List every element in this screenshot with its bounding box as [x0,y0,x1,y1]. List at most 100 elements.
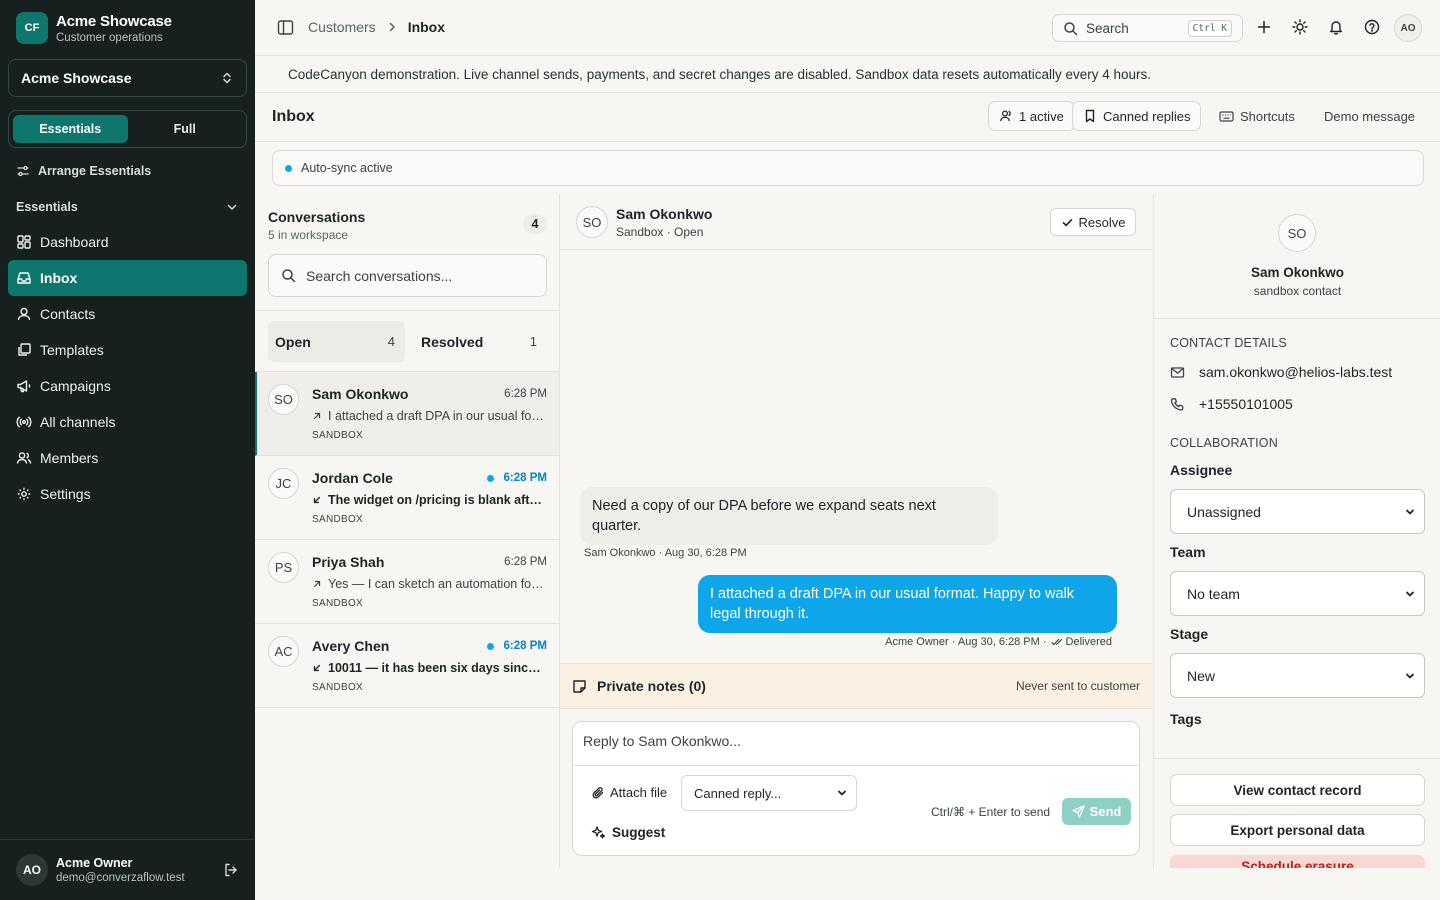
shortcuts-button[interactable]: Shortcuts [1219,101,1295,131]
conversation-time: 6:28 PM [486,472,547,484]
resolve-button[interactable]: Resolve [1050,208,1136,236]
demo-message-button[interactable]: Demo message [1324,101,1415,131]
message-outgoing: I attached a draft DPA in our usual form… [698,575,1117,633]
contact-email[interactable]: sam.okonkwo@helios-labs.test [1199,364,1392,380]
chevron-down-icon [1404,588,1416,600]
global-search[interactable]: Search Ctrl K [1052,14,1243,42]
sidebar-item-label: Dashboard [40,234,109,250]
sidebar-item-inbox[interactable]: Inbox [8,260,247,296]
conversation-preview-text: I attached a draft DPA in our usual form… [328,409,547,423]
conversation-item[interactable]: PS Priya Shah 6:28 PM Yes — I can sketch… [255,540,559,624]
contact-subtitle: sandbox contact [1253,284,1342,298]
breadcrumb-customers[interactable]: Customers [308,19,376,35]
sidebar-item-members[interactable]: Members [8,440,247,476]
sidebar-item-templates[interactable]: Templates [8,332,247,368]
export-personal-data-button[interactable]: Export personal data [1170,814,1425,846]
help-icon[interactable] [1364,19,1380,35]
assignee-select[interactable]: Unassigned [1170,489,1425,534]
search-icon [1063,21,1078,36]
chevrons-up-down-icon [220,71,234,85]
suggest-button[interactable]: Suggest [591,825,665,840]
conversations-subtitle: 5 in workspace [268,228,349,242]
schedule-erasure-button[interactable]: Schedule erasure [1170,855,1425,868]
sidebar-item-settings[interactable]: Settings [8,476,247,512]
arrow-down-left-icon [312,495,328,505]
members-icon [16,450,40,466]
canned-replies-button[interactable]: Canned replies [1072,101,1202,131]
arrow-down-left-icon [312,663,328,673]
conversation-item[interactable]: SO Sam Okonkwo 6:28 PM I attached a draf… [255,372,559,456]
team-value: No team [1187,585,1240,602]
sun-icon[interactable] [1292,19,1308,35]
stage-select[interactable]: New [1170,653,1425,698]
arrow-up-right-icon [312,579,328,589]
sidebar-item-dashboard[interactable]: Dashboard [8,224,247,260]
note-icon [572,679,587,694]
active-agents-button[interactable]: 1 active [988,101,1075,131]
conversation-preview-text: 10011 — it has been six days since the o… [328,661,547,675]
brand-subtitle: Customer operations [56,31,163,44]
bookmark-icon [1083,109,1103,123]
canned-reply-select-value: Canned reply... [694,785,782,801]
sidebar-item-label: Inbox [40,270,78,286]
phone-icon [1170,397,1199,412]
topbar: Customers Inbox Search Ctrl K AO [255,0,1440,56]
conversation-tag: SANDBOX [312,682,364,693]
sidebar-item-label: Templates [40,342,104,358]
search-shortcut: Ctrl K [1187,19,1232,37]
megaphone-icon [16,378,40,394]
contact-summary: SO Sam Okonkwo sandbox contact [1154,194,1440,319]
nav-section-toggle[interactable]: Essentials [16,200,239,214]
user-email: demo@converzaflow.test [56,872,185,884]
contact-panel: SO Sam Okonkwo sandbox contact CONTACT D… [1153,194,1440,868]
private-notes-toggle[interactable]: Private notes (0) Never sent to customer [560,663,1152,709]
team-select[interactable]: No team [1170,571,1425,616]
tab-open[interactable]: Open 4 [268,321,405,362]
bell-icon[interactable] [1328,19,1344,35]
canned-reply-select[interactable]: Canned reply... [681,775,857,811]
arrow-up-right-icon [312,411,328,421]
sync-dot [285,164,292,172]
sidebar-item-campaigns[interactable]: Campaigns [8,368,247,404]
mode-essentials-button[interactable]: Essentials [13,115,128,143]
mode-full-button[interactable]: Full [128,115,243,143]
assignee-value: Unassigned [1187,503,1261,520]
conversation-time: 6:28 PM [504,556,547,568]
assignee-label: Assignee [1170,462,1233,478]
conversation-list: SO Sam Okonkwo 6:28 PM I attached a draf… [255,372,559,708]
message-outgoing-meta-text: Acme Owner · Aug 30, 6:28 PM · [885,636,1047,648]
conversation-tag: SANDBOX [312,598,364,609]
collaboration-heading: COLLABORATION [1170,436,1278,450]
avatar: SO [1278,214,1316,252]
search-label: Search [1086,20,1129,36]
workspace-select[interactable]: Acme Showcase [8,59,247,97]
logout-icon[interactable] [223,862,239,878]
sidebar-toggle-icon[interactable] [277,19,294,36]
chat-status: Sandbox · Open [616,225,704,239]
contact-phone[interactable]: +15550101005 [1199,396,1293,412]
view-contact-record-button[interactable]: View contact record [1170,774,1425,806]
send-button[interactable]: Send [1062,798,1131,825]
send-label: Send [1089,804,1122,819]
attach-file-button[interactable]: Attach file [591,785,667,800]
sidebar: CF Acme Showcase Customer operations Acm… [0,0,255,900]
conversation-item[interactable]: AC Avery Chen 6:28 PM 10011 — it has bee… [255,624,559,708]
user-avatar-button[interactable]: AO [1394,14,1422,42]
sidebar-item-label: All channels [40,414,116,430]
conversation-item[interactable]: JC Jordan Cole 6:28 PM The widget on /pr… [255,456,559,540]
demo-message-label: Demo message [1324,108,1416,124]
sidebar-item-contacts[interactable]: Contacts [8,296,247,332]
conversation-preview-text: The widget on /pricing is blank after I … [328,493,547,507]
reply-input[interactable] [573,722,1139,766]
conversation-search-input[interactable] [306,267,534,284]
conversation-time-label: 6:28 PM [504,388,547,400]
message-incoming-meta: Sam Okonkwo · Aug 30, 6:28 PM [584,547,747,559]
tab-resolved[interactable]: Resolved 1 [414,321,547,362]
plus-icon[interactable] [1256,19,1272,35]
sidebar-item-label: Settings [40,486,91,502]
avatar: SO [268,384,299,415]
arrange-essentials-button[interactable]: Arrange Essentials [16,164,151,178]
templates-icon [16,342,40,358]
sidebar-item-all-channels[interactable]: All channels [8,404,247,440]
tags-label: Tags [1170,711,1202,727]
